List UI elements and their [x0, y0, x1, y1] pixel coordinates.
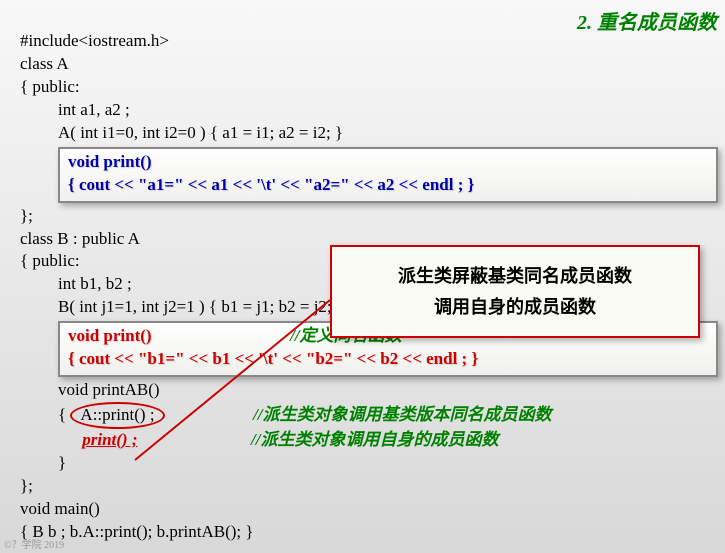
highlight-box-a: void print() { cout << "a1=" << a1 << '\… [58, 147, 718, 203]
code-text: { [58, 405, 70, 424]
print-self-call: print() ; [82, 430, 137, 449]
callout-box: 派生类屏蔽基类同名成员函数 调用自身的成员函数 [330, 245, 700, 338]
red-oval-call: A::print() ; [70, 402, 164, 429]
footer-watermark: ©？学院 2019 [4, 536, 64, 551]
code-line: void printAB() [58, 379, 718, 402]
code-line: }; [20, 205, 718, 228]
code-line: void main() [20, 498, 718, 521]
callout-line: 派生类屏蔽基类同名成员函数 [342, 261, 688, 292]
code-line-row: { A::print() ; //派生类对象调用基类版本同名成员函数 [58, 402, 718, 429]
code-line: #include<iostream.h> [20, 30, 718, 53]
code-line: int a1, a2 ; [58, 99, 718, 122]
code-line: }; [20, 475, 718, 498]
code-line: { B b ; b.A::print(); b.printAB(); } [20, 521, 718, 544]
code-line: { public: [20, 76, 718, 99]
code-line: { cout << "b1=" << b1 << '\t' << "b2=" <… [68, 348, 708, 371]
code-line: void print() [68, 326, 152, 345]
code-line: A( int i1=0, int i2=0 ) { a1 = i1; a2 = … [58, 122, 718, 145]
comment: //派生类对象调用基类版本同名成员函数 [253, 405, 551, 424]
code-line: { cout << "a1=" << a1 << '\t' << "a2=" <… [68, 174, 708, 197]
code-line-row: print() ; //派生类对象调用自身的成员函数 [58, 429, 718, 452]
code-line: class A [20, 53, 718, 76]
code-line: } [58, 452, 718, 475]
callout-line: 调用自身的成员函数 [342, 292, 688, 323]
comment: //派生类对象调用自身的成员函数 [251, 430, 498, 449]
code-line: void print() [68, 151, 708, 174]
